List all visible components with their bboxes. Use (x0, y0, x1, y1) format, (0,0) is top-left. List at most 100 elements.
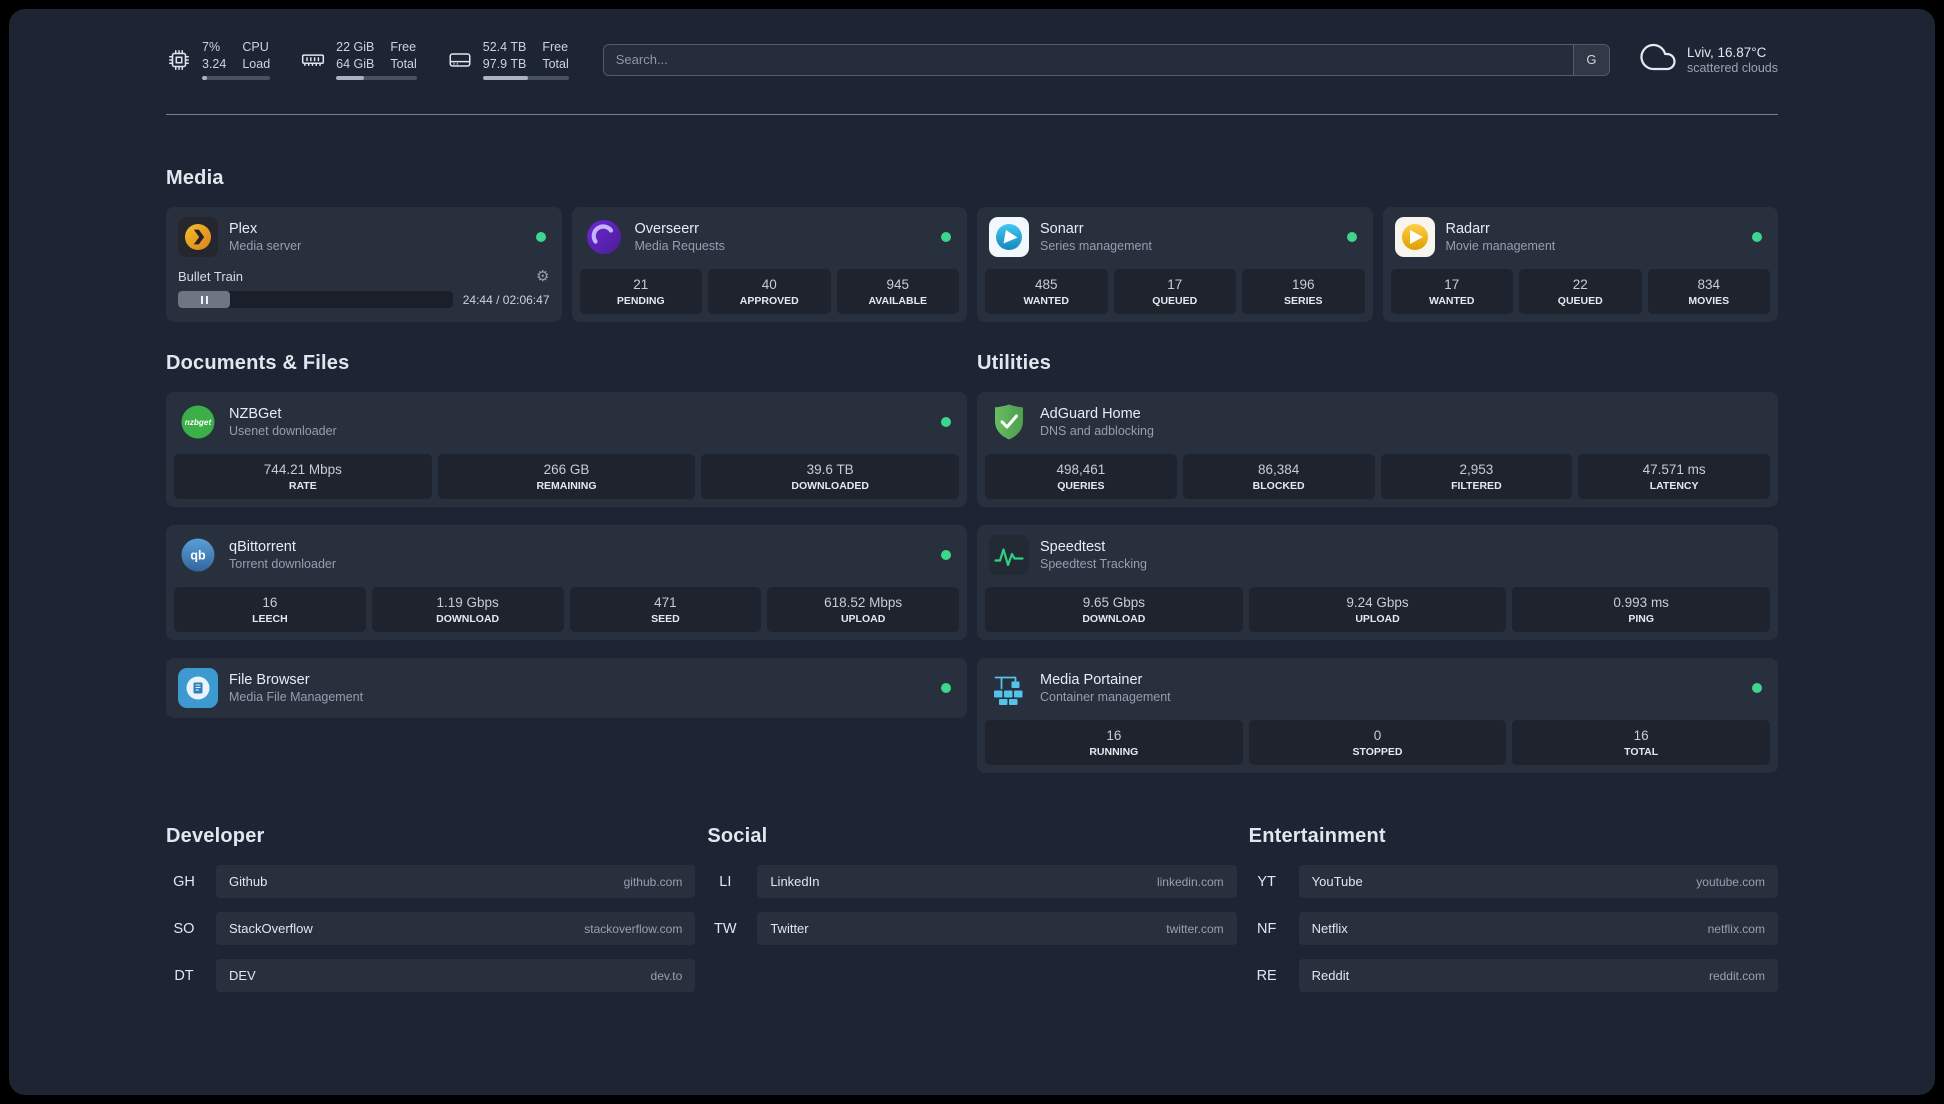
bookmark-domain: stackoverflow.com (584, 921, 683, 936)
resource-value: 64 GiB (336, 56, 375, 71)
service-name: Radarr (1445, 221, 1490, 237)
filebrowser-icon (178, 668, 218, 708)
bookmark-github[interactable]: GH Github github.com (166, 865, 696, 898)
stat-value: 485 (1034, 277, 1058, 292)
service-name: Speedtest (1040, 539, 1106, 555)
bookmark-domain: twitter.com (1166, 921, 1224, 936)
stat-block: 22 QUEUED (1519, 269, 1642, 314)
service-subtitle: Container management (1040, 690, 1171, 704)
bookmark-stackoverflow[interactable]: SO StackOverflow stackoverflow.com (166, 912, 696, 945)
resource-widget-disk: 52.4 TB Free 97.9 TB Total (447, 39, 569, 80)
gear-icon[interactable]: ⚙ (536, 269, 549, 284)
dashboard: 7% CPU 3.24 Load 22 GiB Free 64 GiB Tota… (9, 9, 1935, 1095)
stat-label: TOTAL (1624, 746, 1659, 758)
stat-block: 40 APPROVED (708, 269, 831, 314)
pause-icon[interactable] (200, 295, 208, 304)
bookmark-group-entertainment: Entertainment YT YouTube youtube.com NF … (1249, 825, 1778, 1006)
service-card-adguard[interactable]: AdGuard Home DNS and adblocking 498,461 … (977, 392, 1778, 507)
stat-value: 86,384 (1257, 462, 1300, 477)
search-provider-button[interactable]: G (1572, 44, 1609, 75)
bookmark-group-social: Social LI LinkedIn linkedin.com TW Twitt… (707, 825, 1237, 1006)
stat-value: 21 (633, 277, 649, 292)
service-card-radarr[interactable]: Radarr Movie management 17 WANTED 22 QUE… (1382, 207, 1778, 322)
bookmark-dev[interactable]: DT DEV dev.to (166, 959, 696, 992)
stat-label: WANTED (1429, 295, 1475, 307)
service-name: Sonarr (1040, 221, 1084, 237)
service-card-plex[interactable]: Plex Media server Bullet Train ⚙ 24:44 /… (166, 207, 562, 322)
stat-label: PENDING (616, 295, 665, 307)
playback-progress-bar[interactable] (178, 291, 453, 308)
service-subtitle: Series management (1040, 239, 1152, 253)
bookmark-abbr: TW (714, 920, 737, 937)
service-name: qBittorrent (229, 539, 296, 555)
bookmark-domain: netflix.com (1707, 921, 1765, 936)
radarr-icon (1394, 217, 1435, 257)
stat-block: 17 WANTED (1390, 269, 1513, 314)
bookmark-abbr: GH (173, 873, 195, 890)
service-card-nzbget[interactable]: nzbget NZBGet Usenet downloader 744.21 M… (166, 392, 967, 507)
search-bar[interactable]: G (602, 43, 1610, 76)
status-dot (941, 417, 951, 427)
service-card-sonarr[interactable]: Sonarr Series management 485 WANTED 17 Q… (977, 207, 1373, 322)
bookmark-name: DEV (229, 968, 256, 983)
stat-value: 945 (886, 277, 910, 292)
bookmark-name: Github (229, 874, 268, 889)
bookmark-reddit[interactable]: RE Reddit reddit.com (1249, 959, 1778, 992)
svg-text:nzbget: nzbget (185, 418, 212, 427)
stat-label: PING (1628, 613, 1655, 625)
status-dot (941, 232, 951, 242)
bookmark-netflix[interactable]: NF Netflix netflix.com (1249, 912, 1778, 945)
stat-value: 39.6 TB (806, 462, 854, 477)
section-title-entertainment: Entertainment (1248, 825, 1386, 847)
stat-label: QUERIES (1057, 480, 1105, 492)
stat-value: 266 GB (543, 462, 590, 477)
bookmark-name: LinkedIn (770, 874, 820, 889)
service-card-overseerr[interactable]: Overseerr Media Requests 21 PENDING 40 A… (571, 207, 967, 322)
stat-label: AVAILABLE (868, 295, 928, 307)
stat-block: 266 GB REMAINING (437, 454, 696, 499)
service-card-filebrowser[interactable]: File Browser Media File Management (166, 658, 967, 718)
section-title-documents: Documents & Files (166, 352, 350, 374)
bookmark-twitter[interactable]: TW Twitter twitter.com (707, 912, 1237, 945)
utilities-column: Utilities AdGuard Home DNS and adblockin… (977, 352, 1778, 773)
service-name: Media Portainer (1040, 672, 1143, 688)
stat-label: STOPPED (1352, 746, 1403, 758)
service-card-portainer[interactable]: Media Portainer Container management 16 … (977, 658, 1778, 773)
resource-value: 3.24 (202, 56, 227, 71)
bookmark-youtube[interactable]: YT YouTube youtube.com (1249, 865, 1778, 898)
stat-label: UPLOAD (1355, 613, 1400, 625)
bookmark-domain: linkedin.com (1156, 874, 1224, 889)
bookmark-name: Netflix (1311, 921, 1348, 936)
resource-label: Free (542, 40, 569, 55)
stat-value: 2,953 (1459, 462, 1494, 477)
service-card-qbittorrent[interactable]: qb qBittorrent Torrent downloader 16 LEE… (166, 525, 967, 640)
stat-block: 21 PENDING (579, 269, 702, 314)
plex-icon (178, 217, 218, 257)
service-subtitle: Speedtest Tracking (1040, 557, 1148, 571)
now-playing-title: Bullet Train (178, 269, 244, 284)
bookmark-group-developer: Developer GH Github github.com SO StackO… (166, 825, 696, 1006)
stat-value: 22 (1572, 277, 1588, 292)
disk-progress-bar (482, 75, 569, 80)
stat-label: LATENCY (1649, 480, 1699, 492)
status-dot (941, 683, 951, 693)
search-input[interactable] (603, 44, 1573, 75)
service-card-speedtest[interactable]: Speedtest Speedtest Tracking 9.65 Gbps D… (977, 525, 1778, 640)
overseerr-icon (584, 217, 624, 257)
disk-icon (447, 47, 473, 73)
stat-block: 39.6 TB DOWNLOADED (701, 454, 960, 499)
service-subtitle: DNS and adblocking (1040, 424, 1154, 438)
stat-value: 16 (262, 595, 278, 610)
resource-value: 22 GiB (336, 40, 375, 55)
section-title-utilities: Utilities (977, 352, 1052, 374)
bookmark-abbr: SO (173, 920, 195, 937)
bookmark-linkedin[interactable]: LI LinkedIn linkedin.com (707, 865, 1237, 898)
qbittorrent-icon: qb (178, 535, 218, 575)
bookmark-domain: youtube.com (1696, 874, 1765, 889)
bookmark-abbr: DT (174, 967, 194, 984)
stat-value: 196 (1291, 277, 1315, 292)
speedtest-icon (989, 535, 1029, 575)
stat-value: 834 (1697, 277, 1721, 292)
status-dot (1752, 232, 1762, 242)
stat-value: 9.65 Gbps (1082, 595, 1145, 610)
